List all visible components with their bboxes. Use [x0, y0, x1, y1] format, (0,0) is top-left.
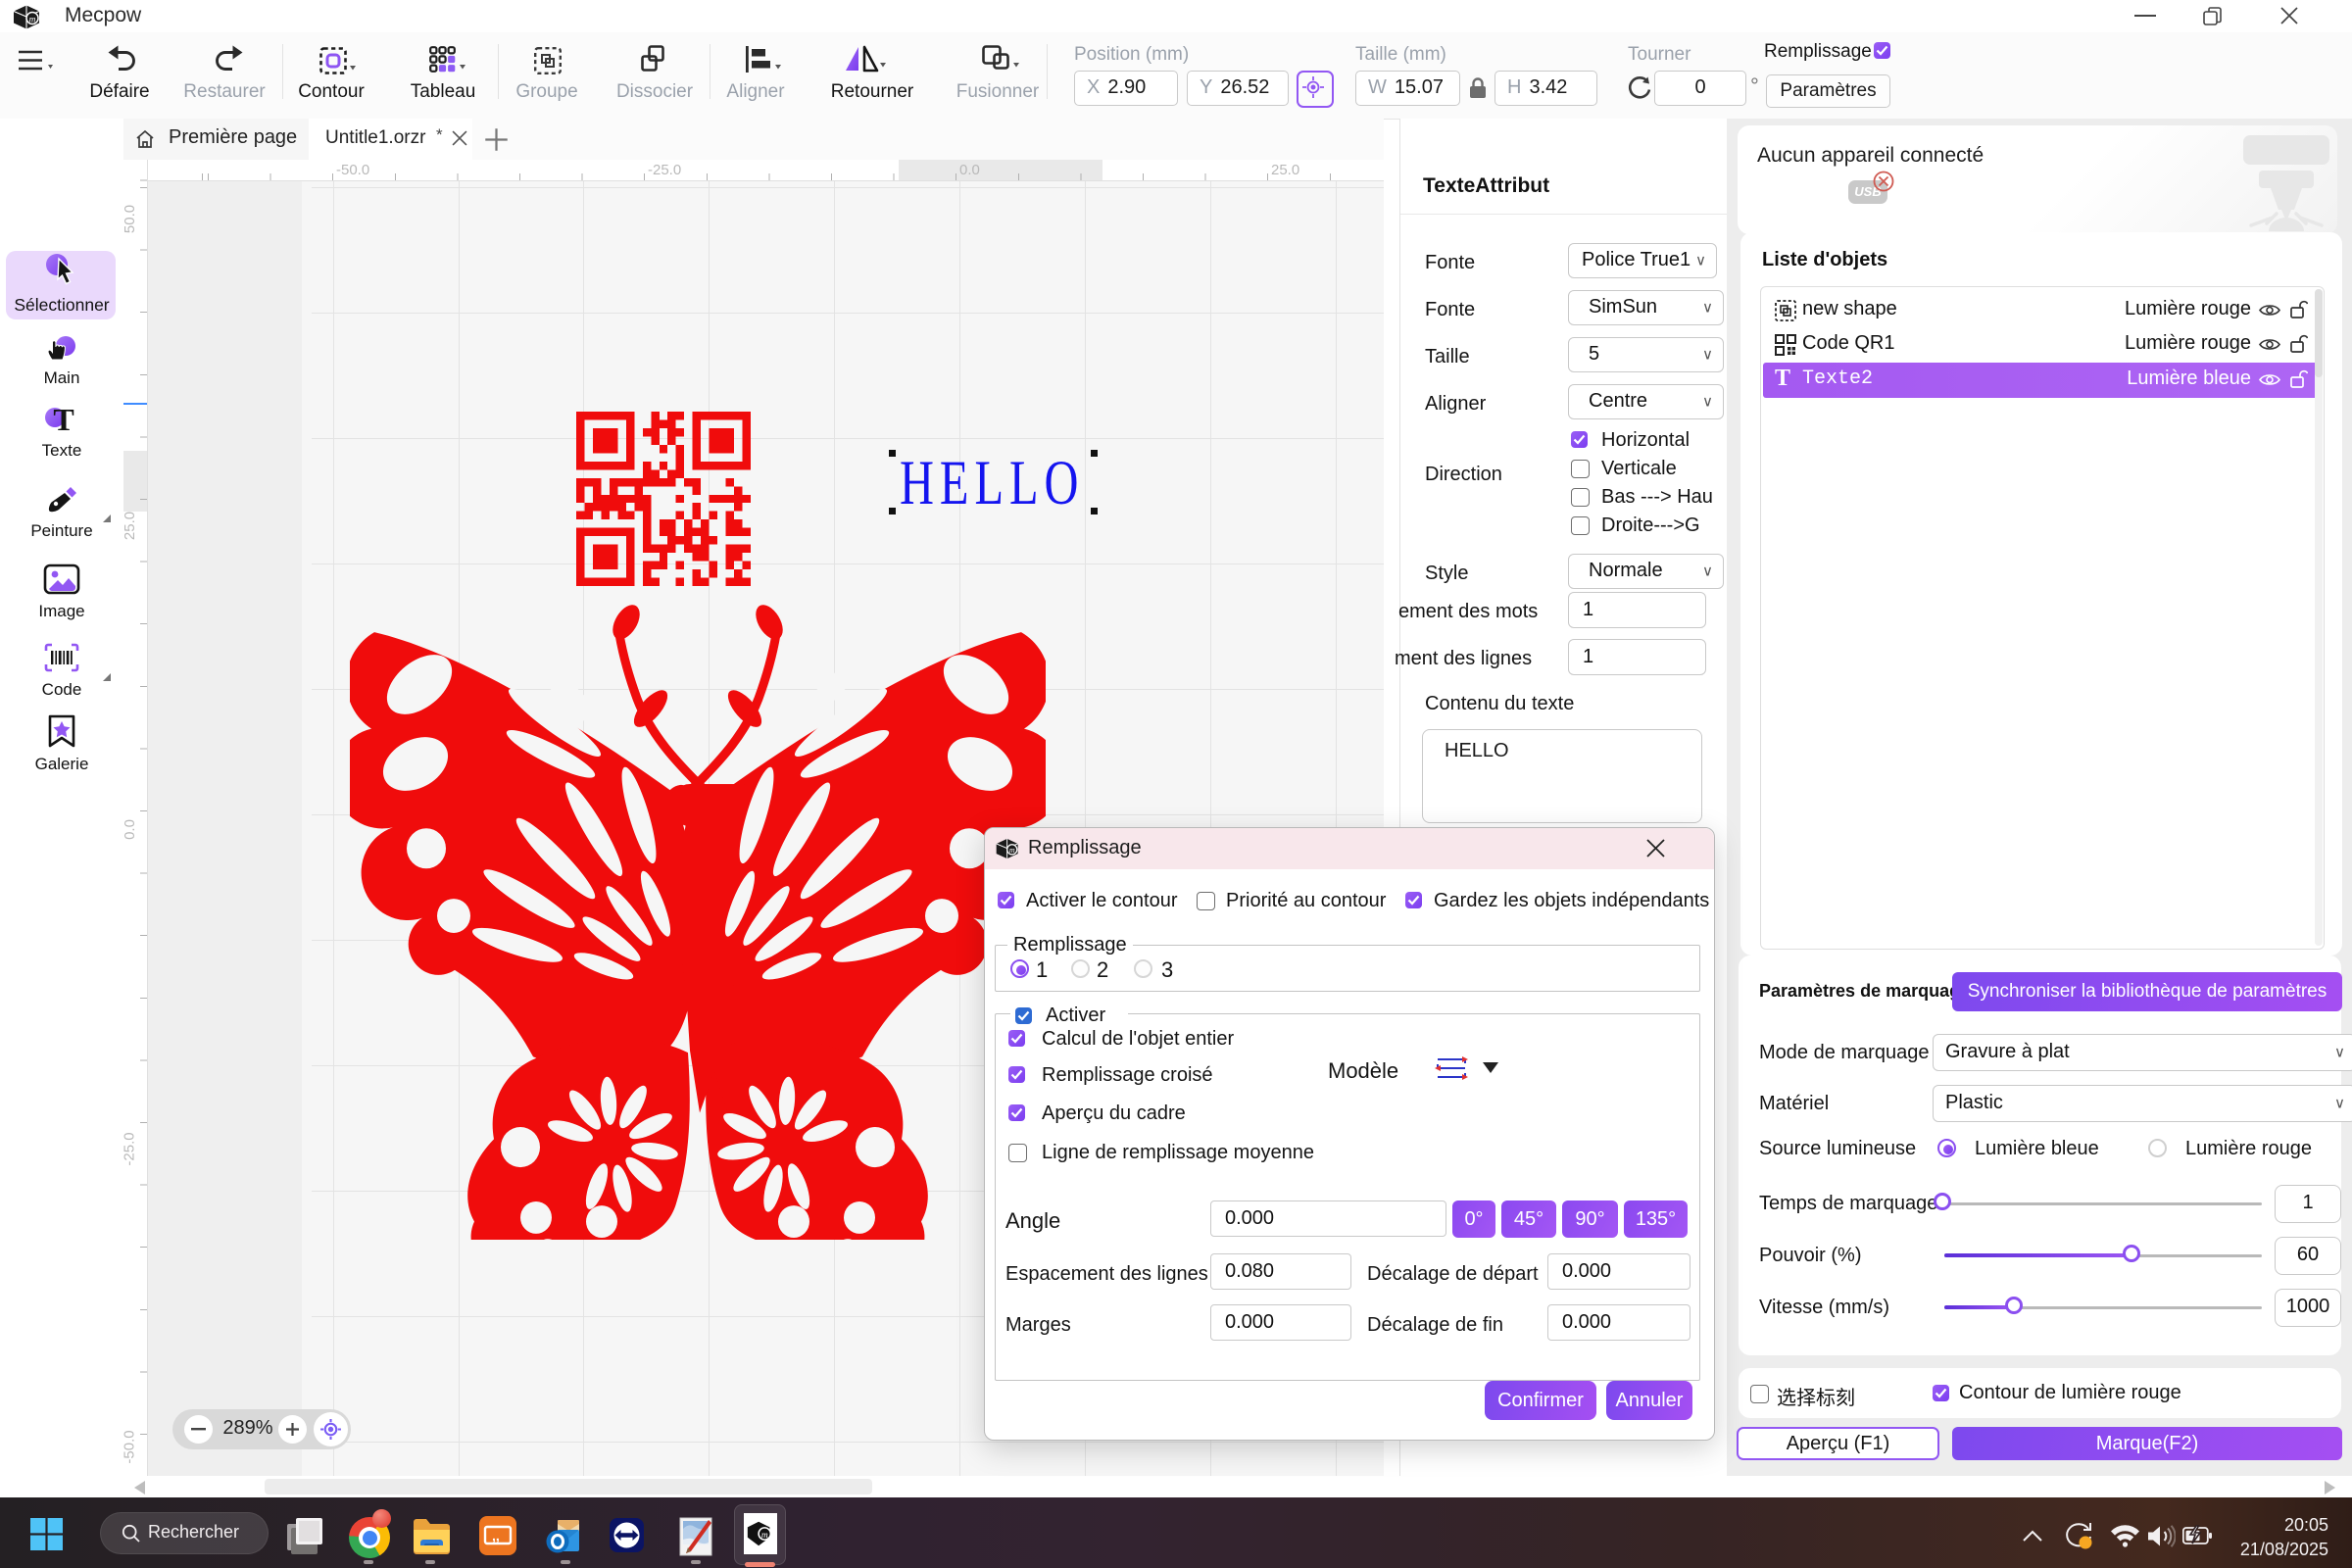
svg-text:m: m: [1009, 846, 1015, 855]
svg-text:,,: ,,: [492, 1528, 500, 1544]
svg-text:m: m: [761, 1531, 768, 1541]
svg-text:T: T: [53, 405, 74, 434]
svg-text:m: m: [29, 16, 36, 25]
